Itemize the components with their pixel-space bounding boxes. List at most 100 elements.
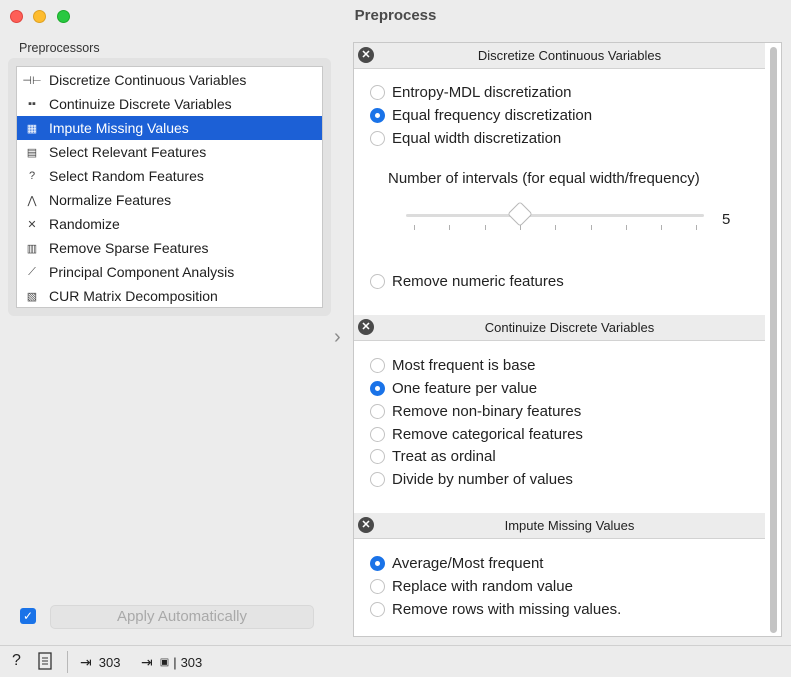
output-summary: ⇥ ▣ | 303	[141, 654, 202, 671]
radio-button[interactable]	[370, 404, 385, 419]
list-item-label: Remove Sparse Features	[49, 240, 209, 256]
list-item-discretize[interactable]: ⊣⊢ Discretize Continuous Variables	[17, 68, 322, 92]
remove-sparse-icon: ▥	[26, 242, 38, 255]
list-item-select-relevant[interactable]: ▤ Select Relevant Features	[17, 140, 322, 164]
chevron-right-icon: ›	[334, 326, 341, 348]
discretize-section-header: ✕ Discretize Continuous Variables	[354, 43, 765, 69]
radio-label: Equal frequency discretization	[392, 107, 593, 124]
list-item-randomize[interactable]: ✕ Randomize	[17, 212, 322, 236]
radio-label: Equal width discretization	[392, 130, 562, 147]
help-icon[interactable]: ?	[12, 652, 21, 670]
close-icon[interactable]: ✕	[358, 47, 374, 63]
list-item-remove-sparse[interactable]: ▥ Remove Sparse Features	[17, 236, 322, 260]
list-item-pca[interactable]: ⟋ Principal Component Analysis	[17, 260, 322, 284]
input-icon: ⇥	[80, 654, 92, 670]
radio-button[interactable]	[370, 602, 385, 617]
output-icon: ⇥	[141, 654, 153, 670]
list-item-label: Select Random Features	[49, 168, 204, 184]
discretize-icon: ⊣⊢	[22, 74, 42, 87]
radio-entropy-mdl[interactable]: Entropy-MDL discretization	[370, 84, 572, 101]
status-divider	[67, 651, 68, 673]
discretize-section-title: Discretize Continuous Variables	[477, 48, 662, 63]
slider-tick	[555, 225, 556, 230]
radio-most-frequent-base[interactable]: Most frequent is base	[370, 357, 535, 374]
output-count: 303	[180, 655, 203, 670]
radio-label: Remove rows with missing values.	[392, 601, 622, 618]
radio-button[interactable]	[370, 381, 385, 396]
list-item-label: Randomize	[49, 216, 120, 232]
list-item-impute[interactable]: ▦ Impute Missing Values	[17, 116, 322, 140]
radio-button[interactable]	[370, 472, 385, 487]
slider-tick	[485, 225, 486, 230]
radio-divide-by-number[interactable]: Divide by number of values	[370, 471, 573, 488]
report-icon[interactable]	[38, 652, 52, 670]
intervals-label: Number of intervals (for equal width/fre…	[388, 170, 700, 187]
randomize-icon: ✕	[27, 218, 37, 231]
radio-button[interactable]	[370, 358, 385, 373]
radio-remove-rows-missing[interactable]: Remove rows with missing values.	[370, 601, 621, 618]
radio-equal-width[interactable]: Equal width discretization	[370, 130, 561, 147]
select-relevant-icon: ▤	[26, 146, 38, 159]
list-item-select-random[interactable]: ? Select Random Features	[17, 164, 322, 188]
close-icon[interactable]: ✕	[358, 517, 374, 533]
continuize-section-title: Continuize Discrete Variables	[484, 320, 655, 335]
slider-tick	[449, 225, 450, 230]
apply-automatically-button[interactable]: Apply Automatically	[50, 605, 314, 629]
radio-button[interactable]	[370, 274, 385, 289]
radio-button[interactable]	[370, 108, 385, 123]
radio-label: Entropy-MDL discretization	[392, 84, 572, 101]
list-item-label: Continuize Discrete Variables	[49, 96, 232, 112]
list-item-label: Select Relevant Features	[49, 144, 207, 160]
radio-label: Treat as ordinal	[392, 448, 496, 465]
output-data-icon: ▣	[159, 657, 170, 668]
impute-icon: ▦	[26, 122, 38, 135]
close-icon[interactable]: ✕	[358, 319, 374, 335]
continuize-section-header: ✕ Continuize Discrete Variables	[354, 315, 765, 341]
radio-label: Replace with random value	[392, 578, 573, 595]
radio-button[interactable]	[370, 427, 385, 442]
radio-button[interactable]	[370, 579, 385, 594]
radio-label: Most frequent is base	[392, 357, 536, 374]
vertical-scrollbar[interactable]	[770, 47, 777, 633]
radio-label: Remove non-binary features	[392, 403, 582, 420]
radio-remove-numeric[interactable]: Remove numeric features	[370, 273, 564, 290]
list-item-continuize[interactable]: ▪▪ Continuize Discrete Variables	[17, 92, 322, 116]
preprocess-settings-panel: ✕ Discretize Continuous Variables Entrop…	[353, 42, 782, 637]
radio-button[interactable]	[370, 556, 385, 571]
radio-remove-non-binary[interactable]: Remove non-binary features	[370, 403, 581, 420]
intervals-slider[interactable]	[406, 214, 704, 217]
radio-label: One feature per value	[392, 380, 538, 397]
list-item-label: Discretize Continuous Variables	[49, 72, 247, 88]
radio-button[interactable]	[370, 131, 385, 146]
radio-label: Remove numeric features	[392, 273, 564, 290]
radio-button[interactable]	[370, 449, 385, 464]
output-separator: |	[173, 655, 177, 670]
title-bar: Preprocess	[0, 0, 791, 34]
intervals-value: 5	[722, 211, 731, 228]
status-bar: ? ⇥ 303 ⇥ ▣ | 303	[0, 645, 791, 677]
cur-icon: ▧	[26, 290, 38, 303]
slider-tick	[591, 225, 592, 230]
radio-label: Remove categorical features	[392, 426, 583, 443]
list-item-normalize[interactable]: ⋀ Normalize Features	[17, 188, 322, 212]
window-title: Preprocess	[354, 7, 437, 24]
slider-tick	[414, 225, 415, 230]
radio-average-most-frequent[interactable]: Average/Most frequent	[370, 555, 543, 572]
radio-button[interactable]	[370, 85, 385, 100]
list-item-cur[interactable]: ▧ CUR Matrix Decomposition	[17, 284, 322, 308]
list-item-label: Normalize Features	[49, 192, 172, 208]
input-count: 303	[98, 655, 121, 670]
preprocessors-label: Preprocessors	[19, 41, 100, 55]
list-item-label: Impute Missing Values	[49, 120, 189, 136]
slider-handle[interactable]	[507, 201, 533, 227]
apply-automatically-checkbox[interactable]: ✓	[20, 608, 36, 624]
preprocessors-list: ⊣⊢ Discretize Continuous Variables ▪▪ Co…	[16, 66, 323, 308]
radio-equal-frequency[interactable]: Equal frequency discretization	[370, 107, 592, 124]
radio-one-feature-per-value[interactable]: One feature per value	[370, 380, 537, 397]
radio-treat-as-ordinal[interactable]: Treat as ordinal	[370, 448, 496, 465]
radio-replace-random[interactable]: Replace with random value	[370, 578, 573, 595]
select-random-icon: ?	[28, 170, 36, 182]
radio-remove-categorical[interactable]: Remove categorical features	[370, 426, 583, 443]
radio-label: Average/Most frequent	[392, 555, 544, 572]
list-item-label: CUR Matrix Decomposition	[49, 288, 218, 304]
